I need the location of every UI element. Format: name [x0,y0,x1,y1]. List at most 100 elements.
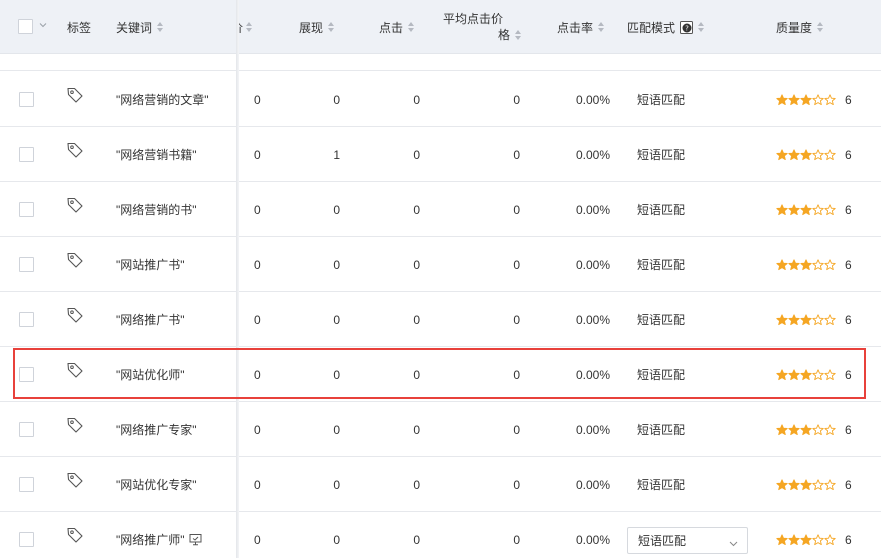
star-icon [824,148,836,160]
ctr-value: 0.00% [575,312,610,327]
table-row[interactable]: "网络营销的文章" 0 0 0 0 0.00% 短语匹配 6 [0,72,881,127]
star-icon [812,148,824,160]
quality-score: 6 [776,292,852,347]
quality-score: 6 [776,127,852,182]
ctr-value: 0.00% [575,257,610,272]
sort-icon[interactable] [598,21,605,33]
quality-score: 6 [776,182,852,237]
header-clicks[interactable]: 点击 [379,0,415,54]
row-checkbox[interactable] [19,202,34,217]
clicks-value: 0 [413,367,420,382]
sort-icon[interactable] [817,21,824,33]
ctr-value: 0.00% [575,422,610,437]
table-row[interactable]: "网络推广师" 0 0 0 0 0.00% 短语匹配 6 [0,512,881,558]
table-row[interactable]: "网站优化师" 0 0 0 0 0.00% 短语匹配 6 [0,347,881,402]
row-checkbox[interactable] [19,257,34,272]
star-icon [812,258,824,270]
avg-cpc-value: 0 [513,257,520,272]
keyword-cell[interactable]: "网络推广书" [116,292,185,347]
impressions-value: 0 [333,92,340,107]
header-ctr[interactable]: 点击率 [557,0,605,54]
sort-icon[interactable] [698,21,705,33]
keyword-cell[interactable]: "网络推广师" [116,512,202,558]
sort-icon[interactable] [515,29,522,41]
keyword-cell[interactable]: "网络推广专家" [116,402,197,457]
header-clipped[interactable]: 出价 [239,0,259,54]
clicks-value: 0 [413,532,420,547]
impressions-value: 0 [333,257,340,272]
tag-icon[interactable] [66,361,84,379]
keyword-cell[interactable]: "网站推广书" [116,237,185,292]
quality-stars [776,203,836,216]
star-icon [788,478,800,490]
row-checkbox[interactable] [19,477,34,492]
sort-icon[interactable] [246,21,253,33]
tag-icon[interactable] [66,471,84,489]
avg-cpc-value: 0 [513,532,520,547]
header-tag: 标签 [67,20,92,35]
clicks-value: 0 [413,477,420,492]
keyword-cell[interactable]: "网站优化师" [116,347,185,402]
star-icon [824,258,836,270]
table-row[interactable]: "网络营销的书" 0 0 0 0 0.00% 短语匹配 6 [0,182,881,237]
header-avg-cpc[interactable]: 平均点击价 格 [440,0,522,54]
clicks-value: 0 [413,147,420,162]
star-icon [812,533,824,545]
sort-icon[interactable] [328,21,335,33]
row-checkbox[interactable] [19,422,34,437]
sort-icon[interactable] [157,21,164,33]
impressions-value: 0 [333,532,340,547]
star-icon [788,533,800,545]
table-header: 标签 关键词 出价 展现 点击 平均点击价 格 点击率 匹配模式 ? 质量度 [0,0,881,54]
ctr-value: 0.00% [575,92,610,107]
avg-cpc-value: 0 [513,422,520,437]
star-icon [788,368,800,380]
ctr-value: 0.00% [575,147,610,162]
row-checkbox[interactable] [19,147,34,162]
table-row[interactable]: "网站推广书" 0 0 0 0 0.00% 短语匹配 6 [0,237,881,292]
header-quality[interactable]: 质量度 [776,0,824,54]
table-row[interactable]: "网络推广书" 0 0 0 0 0.00% 短语匹配 6 [0,292,881,347]
row-checkbox[interactable] [19,312,34,327]
impressions-value: 0 [333,477,340,492]
clipped-value: 0 [254,92,261,107]
row-checkbox[interactable] [19,92,34,107]
keyword-cell[interactable]: "网站优化专家" [116,457,197,512]
star-icon [800,203,812,215]
header-impressions[interactable]: 展现 [299,0,335,54]
table-row[interactable]: "网站优化专家" 0 0 0 0 0.00% 短语匹配 6 [0,457,881,512]
star-icon [776,313,788,325]
tag-icon[interactable] [66,526,84,544]
star-icon [788,93,800,105]
tag-icon[interactable] [66,416,84,434]
star-icon [824,533,836,545]
keyword-cell[interactable]: "网络营销的书" [116,182,197,237]
tag-icon[interactable] [66,251,84,269]
star-icon [776,203,788,215]
match-mode-select[interactable]: 短语匹配 [627,527,748,554]
tag-icon[interactable] [66,306,84,324]
header-match[interactable]: 匹配模式 ? [627,0,705,54]
quality-score: 6 [776,512,852,558]
row-checkbox[interactable] [19,367,34,382]
frozen-column-divider [236,0,239,558]
header-keyword[interactable]: 关键词 [116,0,164,54]
table-row[interactable]: "网络营销书籍" 0 1 0 0 0.00% 短语匹配 6 [0,127,881,182]
help-icon[interactable]: ? [680,20,694,34]
quality-score: 6 [776,72,852,127]
table-row[interactable]: "网络推广专家" 0 0 0 0 0.00% 短语匹配 6 [0,402,881,457]
star-icon [788,313,800,325]
star-icon [824,313,836,325]
impressions-value: 1 [333,147,340,162]
keyword-cell[interactable]: "网络营销书籍" [116,127,197,182]
select-menu-chevron-icon[interactable] [39,21,47,29]
keyword-cell[interactable]: "网络营销的文章" [116,72,209,127]
row-checkbox[interactable] [19,532,34,547]
monitor-icon[interactable] [189,533,202,546]
select-all-checkbox[interactable] [18,19,33,34]
sort-icon[interactable] [408,21,415,33]
star-icon [824,368,836,380]
tag-icon[interactable] [66,196,84,214]
tag-icon[interactable] [66,141,84,159]
tag-icon[interactable] [66,86,84,104]
